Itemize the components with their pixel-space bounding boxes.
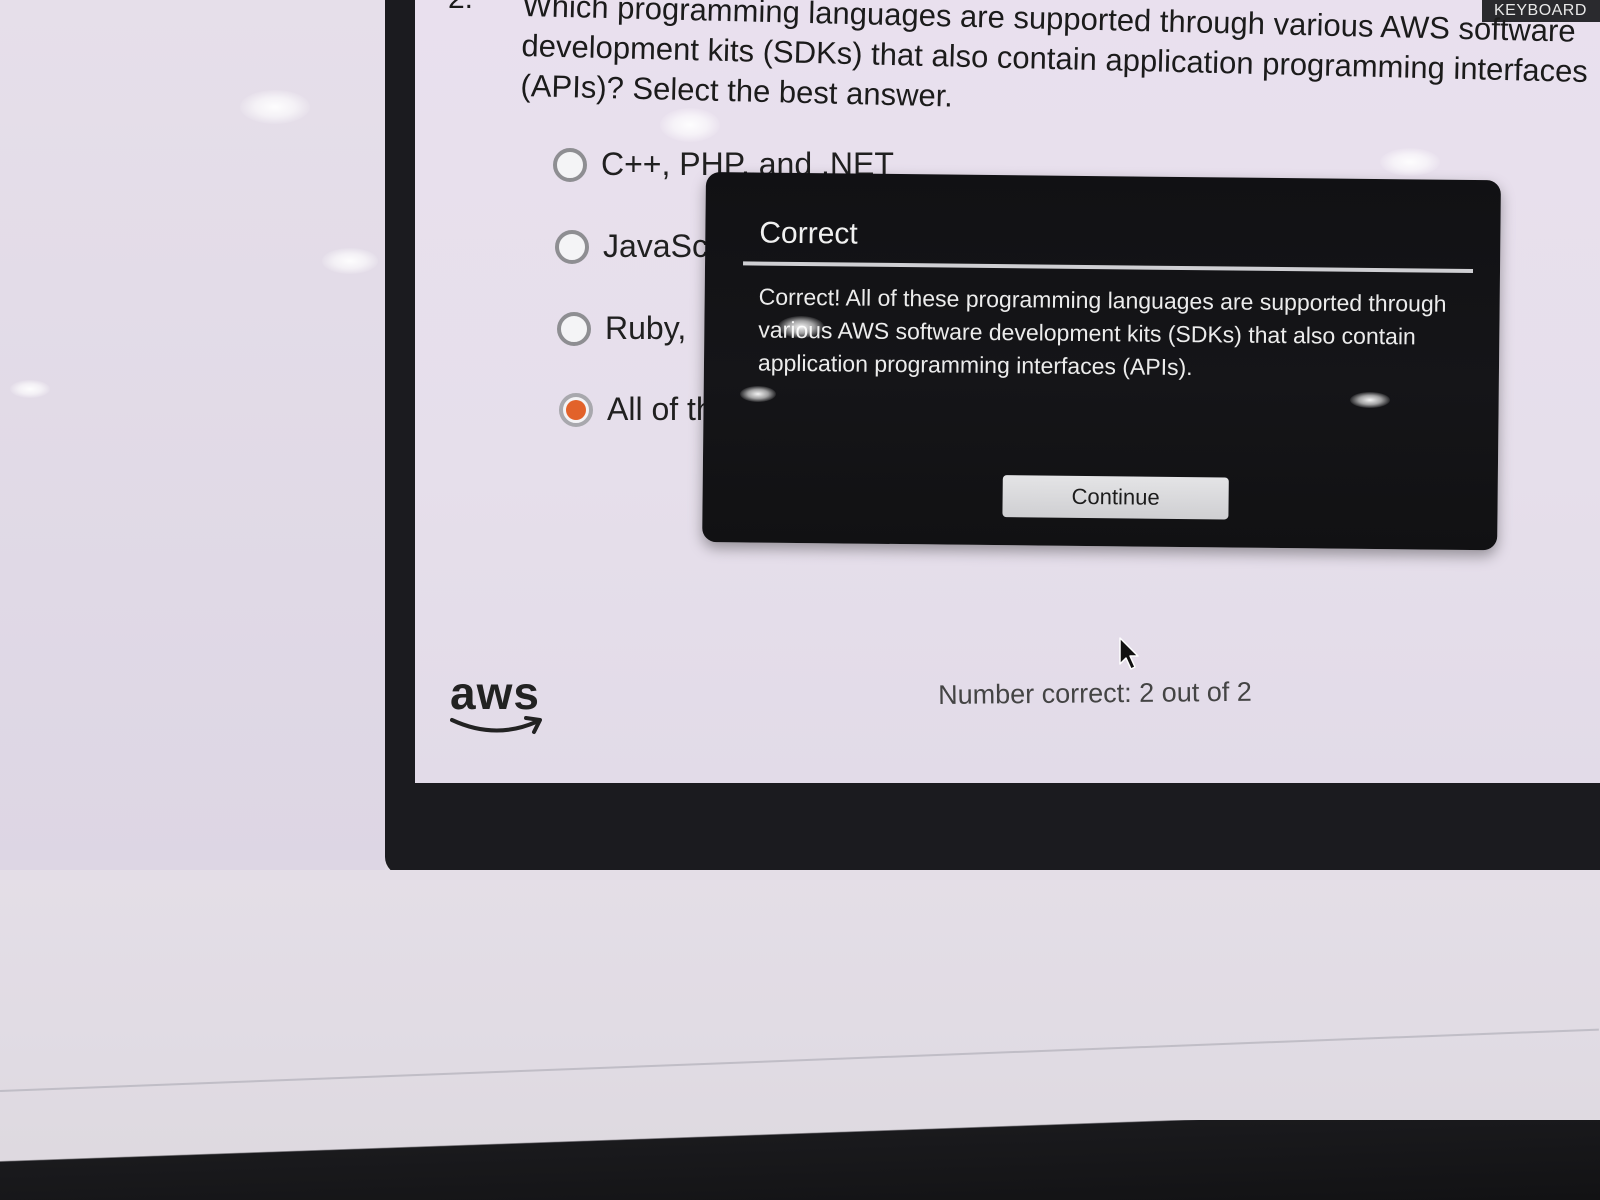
dialog-title: Correct: [759, 216, 858, 251]
screen: KEYBOARD 2. Which programming languages …: [0, 0, 1600, 1200]
aws-logo-text: aws: [450, 667, 540, 719]
left-margin: [0, 0, 385, 870]
option-3[interactable]: Ruby,: [557, 310, 686, 347]
radio-checked-icon[interactable]: [559, 392, 593, 427]
monitor-bezel-bottom: [0, 1120, 1600, 1200]
radio-unchecked-icon[interactable]: [557, 311, 591, 346]
dialog-message: Correct! All of these programming langua…: [757, 283, 1447, 381]
aws-logo: aws: [450, 667, 560, 742]
continue-button[interactable]: Continue: [1002, 475, 1229, 520]
option-label: Ruby,: [605, 310, 687, 346]
score-text: Number correct: 2 out of 2: [938, 676, 1252, 710]
feedback-dialog: Correct Correct! All of these programmin…: [702, 172, 1501, 551]
question-number: 2.: [448, 0, 473, 16]
aws-smile-arrow-icon: [450, 716, 542, 734]
dialog-divider: [743, 261, 1474, 274]
mouse-pointer-icon: [1119, 637, 1139, 670]
radio-unchecked-icon[interactable]: [555, 229, 589, 264]
radio-unchecked-icon[interactable]: [553, 147, 587, 182]
